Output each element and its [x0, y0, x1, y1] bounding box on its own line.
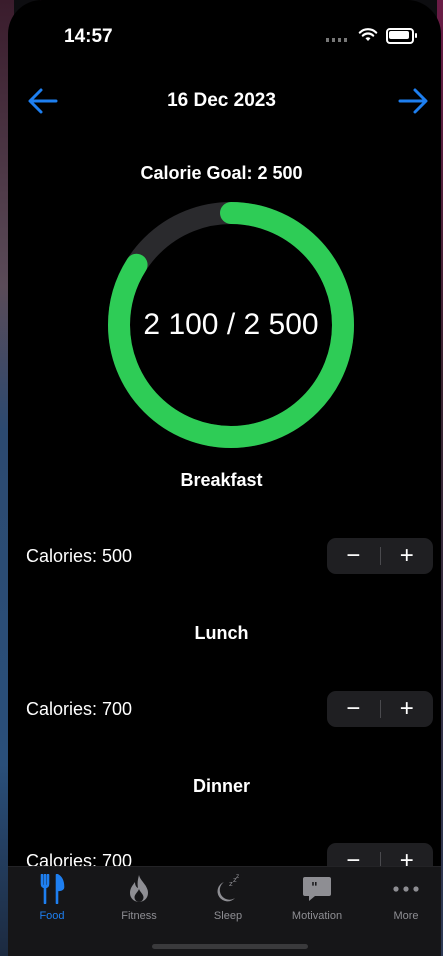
tab-label: Food [39, 910, 65, 922]
meal-title-dinner: Dinner [192, 776, 250, 796]
increment-button[interactable]: + [381, 538, 434, 574]
svg-text:z: z [236, 874, 239, 880]
phone-screen: 14:57 16 Dec 2023 Calorie Goal: 2 500 2 … [8, 0, 441, 956]
home-indicator [152, 944, 308, 949]
calories-label-breakfast: Calories: 500 [26, 546, 133, 566]
fork-knife-icon [40, 874, 65, 904]
tab-more[interactable]: More [363, 873, 441, 925]
meal-title-breakfast: Breakfast [180, 470, 263, 490]
moon-zzz-icon: z z z [217, 874, 239, 902]
tab-sleep[interactable]: z z z Sleep [185, 873, 271, 925]
quote-bubble-icon: " [303, 877, 331, 901]
status-bar: 14:57 [8, 22, 441, 52]
wifi-icon [358, 28, 378, 41]
next-day-button[interactable] [396, 86, 430, 116]
page-title-date: 16 Dec 2023 [167, 90, 276, 111]
cellular-signal-icon [326, 38, 348, 42]
status-time: 14:57 [64, 26, 113, 47]
calorie-stepper-lunch[interactable]: − + [327, 691, 433, 727]
tab-motivation[interactable]: " Motivation [274, 873, 360, 925]
calorie-goal-label: Calorie Goal: 2 500 [140, 163, 303, 183]
tab-label: Motivation [291, 910, 343, 922]
tab-fitness[interactable]: Fitness [96, 873, 182, 925]
calories-label-lunch: Calories: 700 [26, 699, 133, 719]
calorie-progress-text: 2 100 / 2 500 [143, 308, 319, 341]
tab-food[interactable]: Food [9, 873, 95, 925]
svg-text:": " [311, 881, 318, 896]
ellipsis-icon [393, 886, 419, 892]
tab-bar: Food Fitness z z z Sleep " Motivation Mo… [8, 866, 441, 956]
decrement-button[interactable]: − [327, 691, 380, 727]
tab-label: More [393, 910, 419, 922]
tab-label: Sleep [213, 910, 243, 922]
increment-button[interactable]: + [381, 691, 434, 727]
flame-icon [130, 875, 148, 902]
calorie-progress-ring: 2 100 / 2 500 [106, 200, 356, 450]
battery-icon [386, 28, 417, 44]
decrement-button[interactable]: − [327, 538, 380, 574]
arrow-right-icon [398, 88, 428, 114]
meal-title-lunch: Lunch [194, 623, 249, 643]
tab-label: Fitness [121, 910, 157, 922]
calorie-stepper-breakfast[interactable]: − + [327, 538, 433, 574]
